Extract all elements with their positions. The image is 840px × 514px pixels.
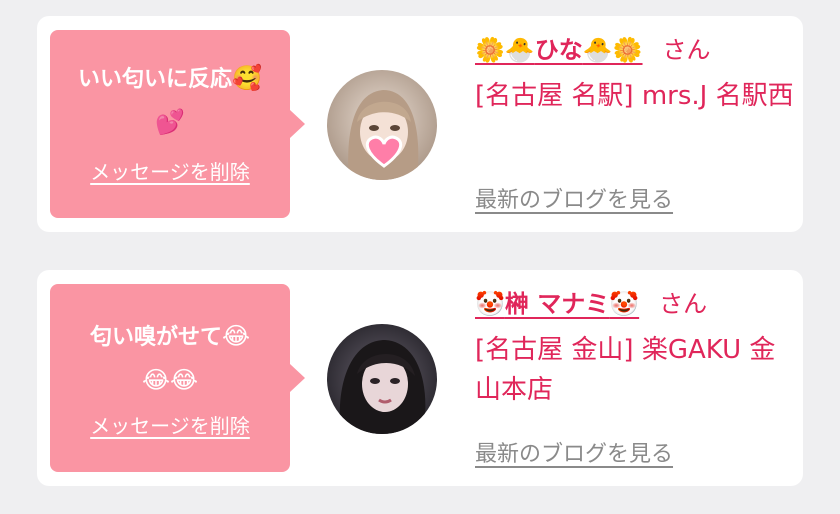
message-text: いい匂いに反応 [78, 67, 233, 92]
message-text-block: いい匂いに反応🥰 💕 [50, 58, 290, 146]
name-prefix-emoji: 🤡 [475, 290, 505, 318]
blog-link[interactable]: 最新のブログを見る [475, 182, 673, 214]
name-line: 🌼🐣ひな🐣🌼 さん [475, 30, 795, 70]
delete-message-link[interactable]: メッセージを削除 [50, 410, 290, 439]
girl-info: 🤡榊 マナミ🤡 さん [名古屋 金山] 楽GAKU 金山本店 最新のブログを見る [475, 284, 795, 467]
shop-link[interactable]: [名古屋 金山] 楽GAKU 金山本店 [475, 330, 795, 410]
message-emoji: 🥰 [232, 64, 262, 92]
name-suffix-emoji: 🤡 [609, 290, 640, 318]
message-text-block: 匂い嗅がせて😂 😂😂 [50, 316, 290, 404]
girl-info: 🌼🐣ひな🐣🌼 さん [名古屋 名駅] mrs.J 名駅西 最新のブログを見る [475, 30, 795, 213]
message-card: 匂い嗅がせて😂 😂😂 メッセージを削除 🤡榊 マナミ🤡 さん [名古屋 金山] … [37, 270, 803, 486]
honorific: さん [662, 36, 711, 64]
shop-link[interactable]: [名古屋 名駅] mrs.J 名駅西 [475, 76, 795, 116]
honorific: さん [659, 290, 708, 318]
girl-name: 榊 マナミ [504, 290, 610, 318]
name-suffix-emoji: 🐣🌼 [582, 36, 643, 64]
avatar[interactable] [327, 324, 437, 434]
name-line: 🤡榊 マナミ🤡 さん [475, 284, 795, 324]
message-card: いい匂いに反応🥰 💕 メッセージを削除 🌼🐣ひな🐣🌼 さん [名古屋 名駅] m… [37, 16, 803, 232]
message-bubble: いい匂いに反応🥰 💕 メッセージを削除 [50, 30, 305, 218]
girl-name-link[interactable]: 🌼🐣ひな🐣🌼 [475, 36, 643, 64]
name-prefix-emoji: 🌼🐣 [475, 36, 535, 64]
girl-name-link[interactable]: 🤡榊 マナミ🤡 [475, 290, 639, 318]
message-bubble: 匂い嗅がせて😂 😂😂 メッセージを削除 [50, 284, 305, 472]
message-emoji-line: 💕 [155, 108, 185, 136]
girl-name: ひな [534, 36, 583, 64]
avatar[interactable] [327, 70, 437, 180]
message-emoji: 😂 [221, 322, 251, 350]
blog-link[interactable]: 最新のブログを見る [475, 436, 673, 468]
message-emoji-line: 😂😂 [141, 366, 199, 394]
delete-message-link[interactable]: メッセージを削除 [50, 156, 290, 185]
message-text: 匂い嗅がせて [89, 325, 222, 350]
